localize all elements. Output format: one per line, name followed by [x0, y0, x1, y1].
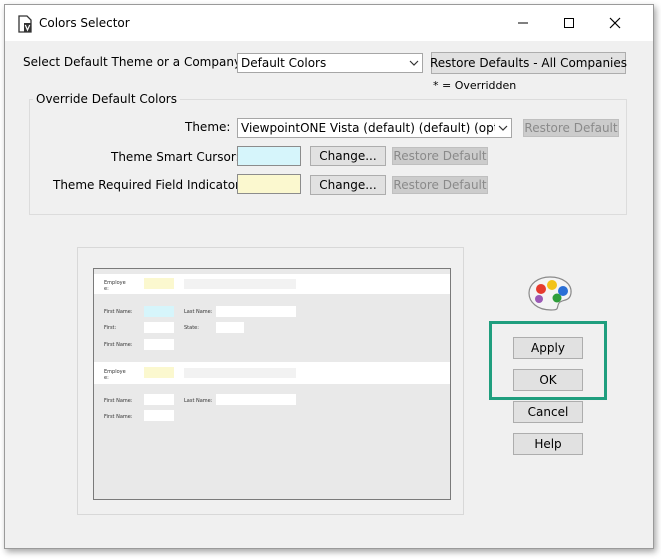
preview-employee-field	[144, 278, 174, 289]
preview-first-label: First:	[104, 325, 117, 331]
preview-first-name-field	[144, 306, 174, 317]
window-title: Colors Selector	[39, 16, 130, 30]
minimize-icon	[518, 22, 528, 24]
preview-employee-label: Employe e:	[104, 280, 126, 292]
minimize-button[interactable]	[500, 5, 546, 41]
preview-state-label: State:	[184, 325, 199, 331]
preview-first-name-label-4: First Name:	[104, 414, 133, 420]
preview-last-name-label: Last Name:	[184, 309, 213, 315]
colors-selector-window: Colors Selector Select Default Theme or …	[4, 4, 654, 549]
preview-first-name-field-4	[144, 410, 174, 421]
preview-state-field	[216, 322, 244, 333]
required-indicator-change-button[interactable]: Change...	[310, 175, 386, 195]
theme-value: ViewpointONE Vista (default) (default) (…	[241, 121, 495, 135]
maximize-button[interactable]	[546, 5, 592, 41]
help-button[interactable]: Help	[513, 433, 583, 455]
smart-cursor-change-button[interactable]: Change...	[310, 146, 386, 166]
theme-label: Theme:	[185, 120, 231, 134]
close-icon	[609, 17, 621, 29]
smart-cursor-label: Theme Smart Cursor:	[111, 150, 240, 164]
preview-last-name-field	[216, 306, 296, 317]
theme-restore-default-button[interactable]: Restore Default	[523, 119, 619, 137]
preview-first-field	[144, 322, 174, 333]
app-icon	[18, 15, 32, 33]
preview-first-name-label-2: First Name:	[104, 342, 133, 348]
maximize-icon	[564, 18, 574, 28]
preview-last-name-field-2	[216, 394, 296, 405]
preview-form: Employe e: First Name: Last Name: First:…	[93, 268, 451, 500]
preview-last-name-label-2: Last Name:	[184, 398, 213, 404]
override-group-title: Override Default Colors	[33, 92, 180, 106]
color-palette-icon	[528, 276, 572, 311]
theme-company-value: Default Colors	[241, 56, 327, 70]
chevron-down-icon	[495, 119, 511, 137]
theme-select[interactable]: ViewpointONE Vista (default) (default) (…	[237, 118, 512, 138]
apply-ok-highlight-box	[489, 321, 607, 400]
preview-first-name-label-3: First Name:	[104, 398, 133, 404]
smart-cursor-restore-default-button[interactable]: Restore Default	[392, 147, 488, 165]
preview-employee-name-field	[184, 279, 296, 289]
preview-first-name-label: First Name:	[104, 309, 133, 315]
preview-employee-field-2	[144, 367, 174, 378]
preview-first-name-field-3	[144, 394, 174, 405]
required-indicator-color-swatch	[237, 174, 301, 194]
cancel-button[interactable]: Cancel	[513, 401, 583, 423]
preview-employee-name-field-2	[184, 368, 296, 378]
required-indicator-label: Theme Required Field Indicator:	[53, 178, 244, 192]
restore-defaults-all-companies-button[interactable]: Restore Defaults - All Companies	[430, 52, 627, 74]
preview-first-name-field-2	[144, 339, 174, 350]
overridden-note: * = Overridden	[433, 79, 517, 92]
smart-cursor-color-swatch	[237, 146, 301, 166]
preview-employee-label-2: Employe e:	[104, 369, 126, 381]
theme-company-label: Select Default Theme or a Company:	[23, 55, 245, 69]
title-bar: Colors Selector	[5, 5, 653, 41]
chevron-down-icon	[406, 54, 422, 72]
theme-company-select[interactable]: Default Colors	[237, 53, 423, 73]
required-indicator-restore-default-button[interactable]: Restore Default	[392, 176, 488, 194]
close-button[interactable]	[592, 5, 638, 41]
